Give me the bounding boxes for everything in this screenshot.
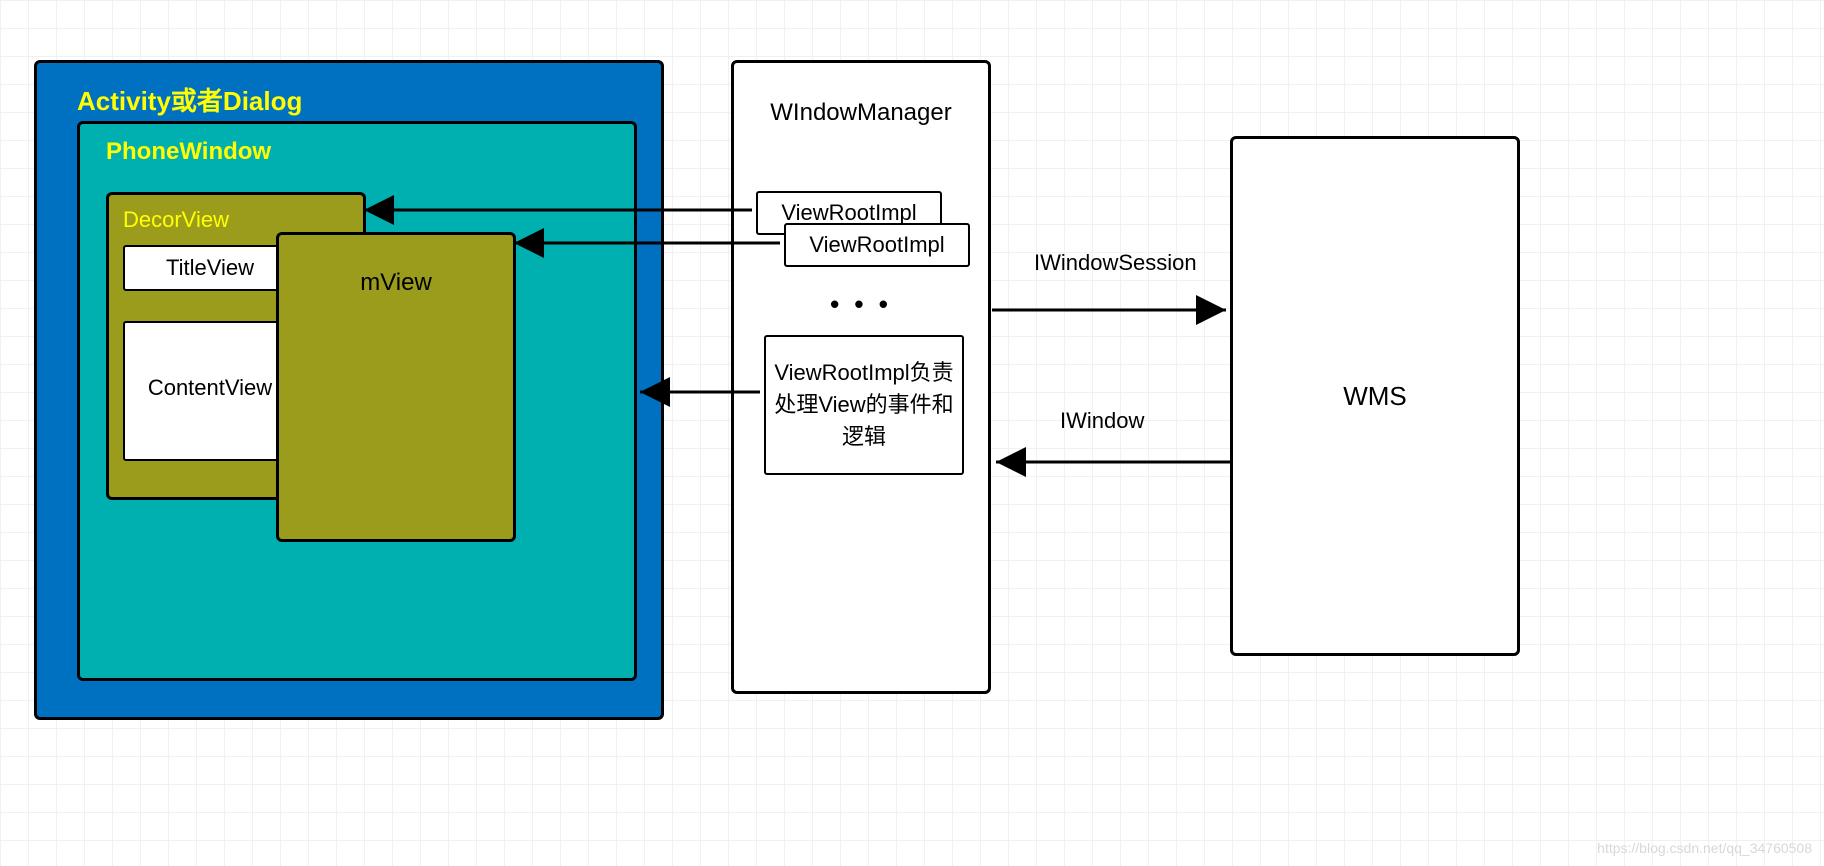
viewroot2-label: ViewRootImpl (786, 232, 968, 258)
wms-title: WMS (1343, 381, 1407, 412)
windowmanager-title: WIndowManager (734, 99, 988, 127)
viewroot-desc-label: ViewRootImpl负责处理View的事件和逻辑 (774, 357, 954, 453)
viewroot2-box: ViewRootImpl (784, 223, 970, 267)
mview-title: mView (279, 269, 513, 297)
activity-title: Activity或者Dialog (77, 81, 302, 118)
ellipsis: • • • (734, 289, 988, 320)
activity-box: Activity或者Dialog PhoneWindow DecorView T… (34, 60, 664, 720)
decorview-title: DecorView (123, 207, 229, 233)
titleview-box: TitleView (123, 245, 297, 291)
viewroot-desc-box: ViewRootImpl负责处理View的事件和逻辑 (764, 335, 964, 475)
iwindow-label: IWindow (1060, 408, 1144, 434)
contentview-label: ContentView (125, 375, 295, 401)
mview-box: mView (276, 232, 516, 542)
phonewindow-title: PhoneWindow (106, 138, 271, 166)
phonewindow-box: PhoneWindow DecorView TitleView ContentV… (77, 121, 637, 681)
contentview-box: ContentView (123, 321, 297, 461)
titleview-label: TitleView (125, 255, 295, 281)
iwindowsession-label: IWindowSession (1034, 250, 1197, 276)
windowmanager-box: WIndowManager ViewRootImpl ViewRootImpl … (731, 60, 991, 694)
wms-box: WMS (1230, 136, 1520, 656)
watermark: https://blog.csdn.net/qq_34760508 (1597, 840, 1812, 856)
